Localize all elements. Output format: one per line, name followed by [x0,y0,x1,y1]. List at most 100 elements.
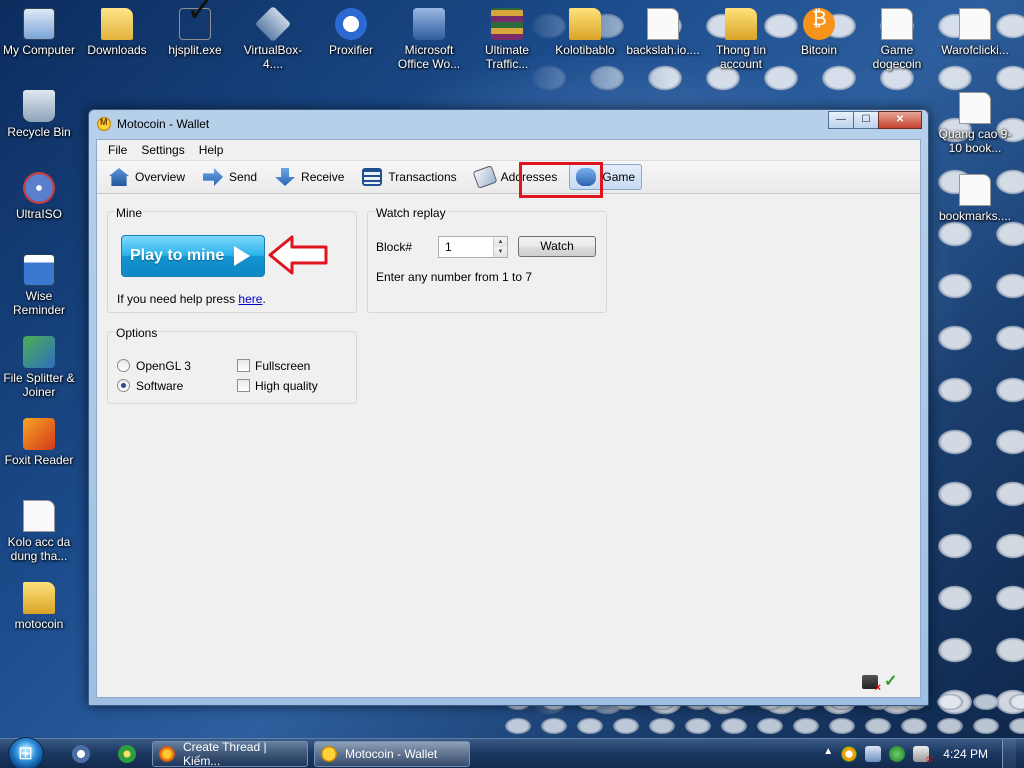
watch-replay-title: Watch replay [375,206,447,220]
toolbar: Overview Send Receive Transactions Addre… [97,160,920,194]
desktop-icon-label: Thong tin account [715,43,767,71]
high-quality-label: High quality [255,379,318,393]
menu-bar: File Settings Help [97,140,920,160]
watch-button[interactable]: Watch [518,236,596,257]
desktop-icon-label: Foxit Reader [4,453,74,467]
minimize-button[interactable]: — [828,111,854,129]
quicklaunch-globe-icon[interactable] [118,745,136,763]
desktop-icon-bookmarks[interactable]: bookmarks.... [936,174,1014,223]
title-bar[interactable]: Motocoin - Wallet — ☐ ✕ [89,110,928,138]
proxifier-icon [335,8,367,40]
volume-muted-icon[interactable] [913,746,933,766]
desktop-icon-label: Quang cao 9-10 book... [938,127,1012,155]
block-number-spinbox[interactable]: 1 ▲ ▼ [438,236,508,258]
desktop-icon-file-splitter[interactable]: File Splitter & Joiner [0,336,78,399]
address-book-icon [472,165,498,189]
desktop-icon-warofclicki[interactable]: Warofclicki... [936,8,1014,57]
taskbar-item-firefox[interactable]: Create Thread | Kiếm... [152,740,308,768]
desktop-icon-quang-cao[interactable]: Quang cao 9-10 book... [936,92,1014,155]
window-controls: — ☐ ✕ [828,111,922,129]
tab-game-label: Game [602,170,636,184]
check-icon [179,3,215,40]
desktop-icon-recycle-bin[interactable]: Recycle Bin [0,90,78,139]
tab-receive[interactable]: Receive [269,164,350,190]
menu-file[interactable]: File [101,143,134,157]
replay-hint: Enter any number from 1 to 7 [376,270,533,284]
play-to-mine-button[interactable]: Play to mine [121,235,265,277]
menu-settings[interactable]: Settings [134,143,191,157]
desktop-icon-motocoin[interactable]: motocoin [0,582,78,631]
desktop-icon-backslah[interactable]: backslah.io.... [624,8,702,57]
desktop-icon-my-computer[interactable]: My Computer [0,8,78,57]
help-link[interactable]: here [238,292,262,306]
software-radio[interactable] [117,379,130,392]
desktop-icon-label: UltraISO [15,207,62,221]
software-label: Software [136,379,184,393]
window-title: Motocoin - Wallet [117,117,210,131]
tray-app-icon[interactable] [841,746,858,762]
fullscreen-checkbox[interactable] [237,359,250,372]
tray-green-icon[interactable] [889,746,906,762]
desktop-icon-thong-tin[interactable]: Thong tin account [702,8,780,71]
desktop-icon-foxit[interactable]: Foxit Reader [0,418,78,467]
splitter-icon [23,336,55,368]
desktop-icon-office[interactable]: Microsoft Office Wo... [390,8,468,71]
desktop-icon-label: Game dogecoin [872,43,922,71]
high-quality-checkbox[interactable] [237,379,250,392]
tab-overview[interactable]: Overview [103,164,191,190]
opengl-label: OpenGL 3 [136,359,191,373]
options-title: Options [115,326,159,340]
taskbar: Create Thread | Kiếm... Motocoin - Walle… [0,737,1024,768]
list-icon [362,168,383,186]
desktop-icon-downloads[interactable]: Downloads [78,8,156,57]
desktop-icon-virtualbox[interactable]: VirtualBox-4.... [234,5,312,71]
desktop-icon-label: Bitcoin [800,43,838,57]
desktop-icon-label: motocoin [14,617,64,631]
start-button-icon[interactable] [8,737,44,768]
opengl-radio[interactable] [117,359,130,372]
clock[interactable]: 4:24 PM [943,747,988,761]
spin-down-icon[interactable]: ▼ [494,247,507,257]
desktop-icon-label: backslah.io.... [626,43,700,57]
folder-icon [725,8,757,40]
menu-help[interactable]: Help [192,143,231,157]
taskbar-item-motocoin[interactable]: Motocoin - Wallet [314,741,470,767]
synced-check-icon: ✓ [884,673,898,690]
watch-replay-group: Watch replay Block# 1 ▲ ▼ Watch Enter an… [367,206,607,313]
network-icon[interactable] [865,746,882,762]
ultraiso-icon [23,172,55,204]
desktop-icon-ultimate-traffic[interactable]: Ultimate Traffic... [468,8,546,71]
help-text: If you need help press [117,292,239,306]
folder-icon [569,8,601,40]
desktop-icon-kolotibablo[interactable]: Kolotibablo [546,8,624,57]
desktop-icon-proxifier[interactable]: Proxifier [312,8,390,57]
taskbar-item-label: Motocoin - Wallet [345,747,438,761]
close-button[interactable]: ✕ [878,111,922,129]
desktop-icon-game-dogecoin[interactable]: Game dogecoin [858,8,936,71]
window-client-area: File Settings Help Overview Send Receive… [96,139,921,698]
tab-transactions[interactable]: Transactions [356,164,462,190]
tab-send[interactable]: Send [197,164,263,190]
desktop-icon-bitcoin[interactable]: Bitcoin [780,8,858,57]
desktop-icon-wise-reminder[interactable]: Wise Reminder [0,254,78,317]
show-desktop-button[interactable] [1002,739,1016,768]
document-icon [23,500,55,532]
desktop-icon-label: Ultimate Traffic... [484,43,529,71]
tab-receive-label: Receive [301,170,345,184]
quicklaunch-icon[interactable] [72,745,90,763]
document-icon [647,8,679,40]
document-icon [959,174,991,206]
help-line: If you need help press here. [117,292,266,306]
show-hidden-icons-icon[interactable]: ▲ [823,746,833,762]
block-number-value: 1 [445,240,452,254]
desktop-icon-label: bookmarks.... [938,209,1012,223]
desktop-icon-ultraiso[interactable]: UltraISO [0,172,78,221]
block-label: Block# [376,240,413,254]
computer-icon [23,8,55,40]
spinbox-arrows[interactable]: ▲ ▼ [493,237,507,257]
maximize-button[interactable]: ☐ [853,111,879,129]
desktop-icon-kolo-acc[interactable]: Kolo acc da dung tha... [0,500,78,563]
receive-arrow-icon [275,168,296,186]
spin-up-icon[interactable]: ▲ [494,237,507,247]
desktop-icon-hjsplit[interactable]: hjsplit.exe [156,3,234,57]
